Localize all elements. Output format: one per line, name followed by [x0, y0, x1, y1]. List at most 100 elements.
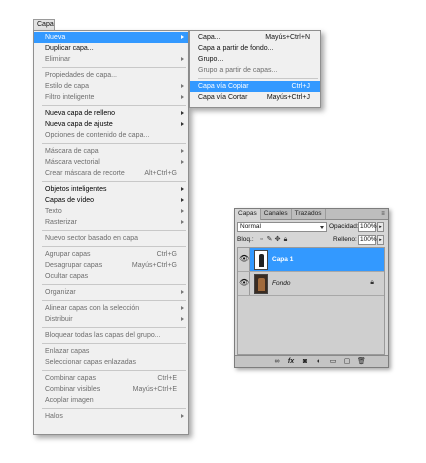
lock-paint-icon[interactable]: ✎ [266, 236, 273, 243]
lock-transparent-icon[interactable]: ▫ [258, 236, 265, 243]
layer-name[interactable]: Fondo [272, 279, 290, 289]
menu-item-shortcut: Mayús+Ctrl+G [131, 262, 177, 269]
menu-item-propiedades-de-capa: Propiedades de capa... [34, 70, 188, 81]
menu-item-enlazar-capas: Enlazar capas [34, 346, 188, 357]
menu-item-label: Grupo... [198, 56, 224, 63]
thumbnail-figure [258, 278, 265, 291]
chevron-right-icon [181, 111, 184, 115]
chevron-right-icon [181, 220, 184, 224]
menu-alinear-capas-con-la-seleccion: Alinear capas con la selección [34, 303, 188, 314]
menu-item-label: Opciones de contenido de capa... [45, 132, 150, 139]
chevron-right-icon [181, 35, 184, 39]
menu-item-nueva: Nueva [34, 32, 188, 43]
menu-item-estilo-de-capa: Estilo de capa [34, 81, 188, 92]
group-icon[interactable]: ▭ [329, 358, 337, 366]
menu-item-ocultar-capas: Ocultar capas [34, 271, 188, 282]
submenu-item-capa: Capa... Mayús+Ctrl+N [190, 32, 320, 43]
menu-item-label: Estilo de capa [45, 83, 89, 90]
submenu-capa-via-copiar[interactable]: Capa vía Copiar Ctrl+J [190, 81, 320, 92]
tab-trazados[interactable]: Trazados [292, 209, 326, 219]
menu-item-label: Máscara vectorial [45, 159, 100, 166]
menu-item-label: Combinar visibles [45, 386, 101, 393]
menu-item-capas-de-video: Capas de vídeo [34, 195, 188, 206]
menu-distribuir: Distribuir [34, 314, 188, 325]
layer-thumbnail [254, 250, 268, 270]
chevron-right-icon [181, 290, 184, 294]
fill-field[interactable]: 100% [358, 235, 377, 245]
menu-opciones-de-contenido-de-capa: Opciones de contenido de capa... [34, 130, 188, 141]
fx-icon[interactable]: fx [287, 358, 295, 366]
menu-acoplar-imagen: Acoplar imagen [34, 395, 188, 406]
eye-icon[interactable]: 👁︎ [239, 278, 249, 288]
menu-objetos-inteligentes[interactable]: Objetos inteligentes [34, 184, 188, 195]
menu-item-label: Desagrupar capas [45, 262, 103, 269]
blend-mode-select[interactable]: Normal [237, 222, 327, 232]
menu-nueva-capa-de-ajuste[interactable]: Nueva capa de ajuste [34, 119, 188, 130]
opacity-slider-button[interactable]: ▸ [377, 222, 384, 232]
menu-item-shortcut: Ctrl+J [291, 83, 310, 90]
menu-item-halos: Halos [34, 411, 188, 422]
chevron-right-icon [181, 149, 184, 153]
thumbnail-figure [259, 254, 264, 267]
layer-menu-list: Nueva Duplicar capa... Eliminar Propiedades… [34, 31, 188, 422]
menu-item-label: Duplicar capa... [45, 45, 94, 52]
menu-item-label: Organizar [45, 289, 76, 296]
menu-item-label: Nueva capa de relleno [45, 110, 116, 117]
menu-crear-mascara-de-recorte: Crear máscara de recorte Alt+Ctrl+G [34, 168, 188, 179]
menu-item-label: Capa a partir de fondo... [198, 45, 274, 52]
menu-item-label: Halos [45, 413, 63, 420]
menu-item-agrupar-capas: Agrupar capas Ctrl+G [34, 249, 188, 260]
menu-item-label: Capas de vídeo [45, 197, 95, 204]
layer-row-fondo[interactable]: 👁︎ Fondo 🔒︎ [238, 272, 384, 296]
menu-propiedades-de-capa: Propiedades de capa... [34, 70, 188, 81]
submenu-capa-via-cortar[interactable]: Capa vía Cortar Mayús+Ctrl+J [190, 92, 320, 103]
layer-row-capa-1[interactable]: 👁︎ Capa 1 [238, 248, 384, 272]
submenu-capa-a-partir-de-fondo[interactable]: Capa a partir de fondo... [190, 43, 320, 54]
mask-icon[interactable]: ◙ [301, 358, 309, 366]
submenu-item-grupo-a-partir-de-capas: Grupo a partir de capas... [190, 65, 320, 76]
submenu-item-grupo: Grupo... [190, 54, 320, 65]
submenu-grupo[interactable]: Grupo... [190, 54, 320, 65]
menu-item-label: Texto [45, 208, 62, 215]
adjustment-icon[interactable]: ◐ [315, 358, 323, 366]
chevron-right-icon [181, 122, 184, 126]
menu-enlazar-capas: Enlazar capas [34, 346, 188, 357]
fill-slider-button[interactable]: ▸ [377, 235, 384, 245]
menu-item-label: Capa vía Cortar [198, 94, 248, 101]
layer-thumbnail [254, 274, 268, 294]
tab-spacer [326, 209, 378, 219]
menu-mascara-vectorial: Máscara vectorial [34, 157, 188, 168]
menu-item-label: Ocultar capas [45, 273, 89, 280]
layer-name[interactable]: Capa 1 [272, 255, 293, 265]
eye-icon[interactable]: 👁︎ [239, 254, 249, 264]
menu-separator [42, 327, 186, 328]
menubar-capa-tab[interactable]: Capa [33, 19, 55, 30]
menu-item-alinear-capas-con-la-seleccion: Alinear capas con la selección [34, 303, 188, 314]
menu-duplicar-capa[interactable]: Duplicar capa... [34, 43, 188, 54]
opacity-field[interactable]: 100% [358, 222, 377, 232]
submenu-capa[interactable]: Capa... Mayús+Ctrl+N [190, 32, 320, 43]
panel-tabs: Capas Canales Trazados ≡ [235, 209, 388, 220]
menu-combinar-capas: Combinar capas Ctrl+E [34, 373, 188, 384]
menu-item-distribuir: Distribuir [34, 314, 188, 325]
chevron-right-icon [181, 209, 184, 213]
blend-mode-value: Normal [240, 223, 261, 230]
lock-all-icon[interactable]: 🔒︎ [282, 236, 289, 243]
link-icon[interactable]: ∞ [273, 358, 281, 366]
panel-menu-icon[interactable]: ≡ [378, 209, 388, 219]
menu-nueva[interactable]: Nueva [34, 32, 188, 43]
menu-item-label: Objetos inteligentes [45, 186, 107, 193]
trash-icon[interactable]: 🗑︎ [357, 358, 366, 366]
lock-move-icon[interactable]: ✥ [274, 236, 281, 243]
menu-item-organizar: Organizar [34, 287, 188, 298]
menu-item-label: Grupo a partir de capas... [198, 67, 278, 74]
menu-separator [42, 143, 186, 144]
menu-item-label: Nuevo sector basado en capa [45, 235, 139, 242]
new-layer-icon[interactable]: ▢ [343, 358, 351, 366]
menu-capas-de-video[interactable]: Capas de vídeo [34, 195, 188, 206]
tab-canales[interactable]: Canales [261, 209, 292, 219]
menu-nueva-capa-de-relleno[interactable]: Nueva capa de relleno [34, 108, 188, 119]
menu-separator [42, 246, 186, 247]
menu-item-label: Propiedades de capa... [45, 72, 117, 79]
tab-capas[interactable]: Capas [235, 209, 261, 220]
